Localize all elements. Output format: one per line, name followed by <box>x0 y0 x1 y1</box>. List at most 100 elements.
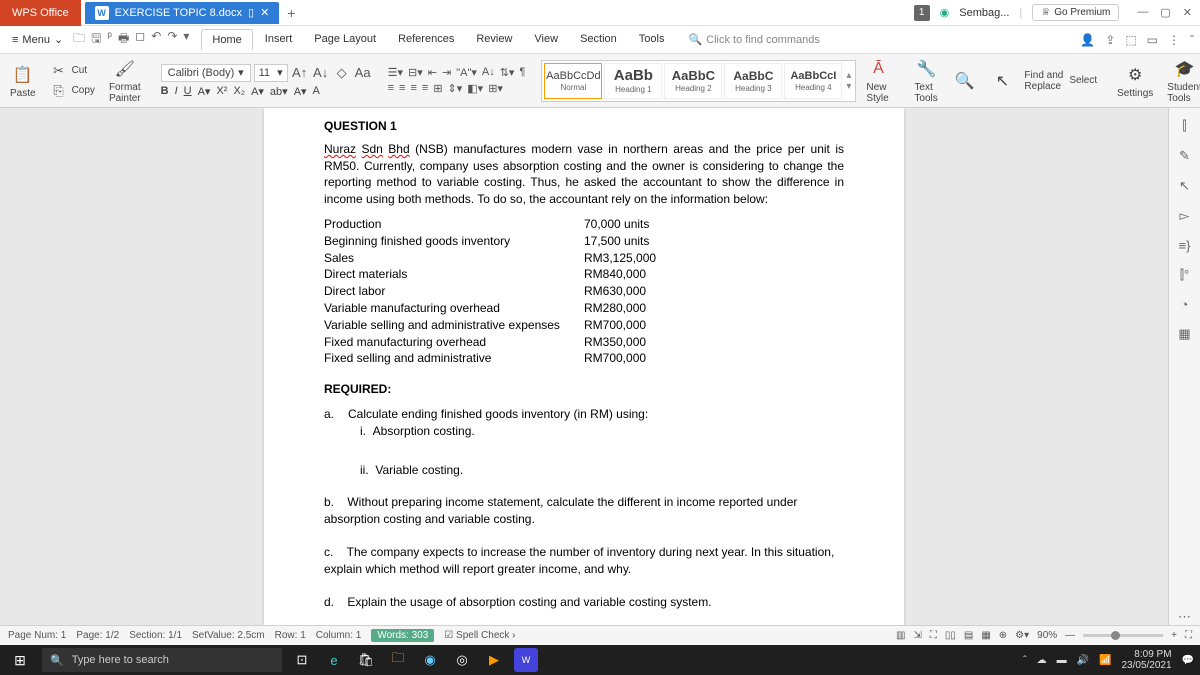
highlight-button[interactable]: ab▾ <box>270 85 288 98</box>
rail-props-icon[interactable]: ▦ <box>1178 326 1190 342</box>
grow-font-icon[interactable]: A↑ <box>291 64 309 82</box>
rail-more-icon[interactable]: ⋯ <box>1178 609 1191 625</box>
fit-page-icon[interactable]: ⛶ <box>1185 630 1192 641</box>
style-scroll-down[interactable]: ▾ <box>846 81 851 92</box>
notifications-icon[interactable]: 💬 <box>1182 655 1194 666</box>
rail-toc-icon[interactable]: ⫿ <box>1182 118 1186 134</box>
tab-home[interactable]: Home <box>201 29 252 50</box>
go-premium-button[interactable]: ♕ Go Premium <box>1032 4 1119 21</box>
tray-chevron-icon[interactable]: ˆ <box>1023 655 1026 666</box>
task-view-icon[interactable]: ⊡ <box>290 648 314 672</box>
print-preview-icon[interactable]: ᵖ <box>107 29 112 50</box>
decrease-indent-button[interactable]: ⇤ <box>428 66 437 79</box>
format-painter-button[interactable]: 🖌 Format Painter <box>105 57 145 104</box>
restore-button[interactable]: ▢ <box>1160 6 1170 19</box>
store-icon[interactable]: 🛍 <box>354 648 378 672</box>
view-outline-icon[interactable]: ▥ <box>896 630 905 641</box>
command-search[interactable]: 🔍 Click to find commands <box>688 33 819 46</box>
collapse-ribbon-icon[interactable]: ˆ <box>1190 33 1194 47</box>
open-icon[interactable]: 🗀 <box>73 29 85 50</box>
rail-pageset-icon[interactable]: ⫿° <box>1180 267 1189 283</box>
view-reading-icon[interactable]: ▯▯ <box>945 630 956 641</box>
font-name-select[interactable]: Calibri (Body)▾ <box>161 64 251 82</box>
character-border-button[interactable]: A <box>313 85 320 97</box>
copy-button[interactable]: ⎘ Copy <box>46 82 99 100</box>
font-color-button[interactable]: A▾ <box>198 85 211 98</box>
style-normal[interactable]: AaBbCcDdNormal <box>544 63 602 99</box>
status-column[interactable]: Column: 1 <box>316 630 362 641</box>
font-size-select[interactable]: 11▾ <box>254 64 288 82</box>
close-tab-icon[interactable]: ✕ <box>260 6 269 19</box>
text-tools-button[interactable]: 🔧 Text Tools <box>910 57 942 104</box>
qat-more-icon[interactable]: ▾ <box>183 29 189 50</box>
superscript-button[interactable]: X² <box>216 85 227 97</box>
tab-comment-icon[interactable]: ▯ <box>248 6 254 19</box>
document-page[interactable]: QUESTION 1 Nuraz Sdn Bhd (NSB) manufactu… <box>264 108 904 625</box>
tab-insert[interactable]: Insert <box>255 29 303 50</box>
view-fullscreen-icon[interactable]: ⛶ <box>930 630 937 641</box>
text-effect-button[interactable]: A▾ <box>251 85 264 98</box>
tray-cloud-icon[interactable]: ☁ <box>1037 655 1047 666</box>
tab-review[interactable]: Review <box>466 29 522 50</box>
shading-button[interactable]: ◧▾ <box>467 82 483 95</box>
save-icon[interactable]: 🖫 <box>91 29 101 50</box>
align-center-button[interactable]: ≡ <box>399 82 405 95</box>
style-scroll-up[interactable]: ▴ <box>846 70 851 81</box>
justify-button[interactable]: ≡ <box>422 82 428 95</box>
rail-pen-icon[interactable]: ✎ <box>1179 148 1190 164</box>
numbering-button[interactable]: ⊟▾ <box>408 66 423 79</box>
tray-volume-icon[interactable]: 🔊 <box>1077 655 1089 666</box>
cut-button[interactable]: ✂ Cut <box>46 62 99 80</box>
view-page-icon[interactable]: ▤ <box>964 630 973 641</box>
status-page[interactable]: Page: 1/2 <box>76 630 119 641</box>
app2-icon[interactable]: ▶ <box>482 648 506 672</box>
document-tab[interactable]: W EXERCISE TOPIC 8.docx ▯ ✕ <box>85 2 280 24</box>
status-pagenum[interactable]: Page Num: 1 <box>8 630 66 641</box>
edge-icon[interactable]: e <box>322 648 346 672</box>
menu-button[interactable]: ≡ Menu ⌄ <box>6 31 69 48</box>
tab-references[interactable]: References <box>388 29 464 50</box>
increase-indent-button[interactable]: ⇥ <box>442 66 451 79</box>
skin-icon[interactable]: ⬚ <box>1125 33 1136 47</box>
taskbar-clock[interactable]: 8:09 PM 23/05/2021 <box>1121 649 1171 671</box>
borders-button[interactable]: ⊞▾ <box>488 82 503 95</box>
add-tab-button[interactable]: + <box>279 2 303 24</box>
zoom-slider[interactable] <box>1083 634 1163 637</box>
chrome-icon[interactable]: ◎ <box>450 648 474 672</box>
view-web-icon[interactable]: ▦ <box>981 630 990 641</box>
style-heading2[interactable]: AaBbCHeading 2 <box>664 63 722 99</box>
document-scroll[interactable]: QUESTION 1 Nuraz Sdn Bhd (NSB) manufactu… <box>0 108 1168 625</box>
close-window-button[interactable]: ✕ <box>1183 6 1192 19</box>
italic-button[interactable]: I <box>175 85 178 97</box>
zoom-out-button[interactable]: — <box>1065 630 1075 641</box>
new-style-button[interactable]: Ᾱ New Style <box>862 57 894 104</box>
tab-view[interactable]: View <box>524 29 568 50</box>
underline-button[interactable]: U <box>184 85 192 97</box>
tab-section[interactable]: Section <box>570 29 627 50</box>
view-settings-icon[interactable]: ⚙▾ <box>1015 630 1029 641</box>
rail-list-icon[interactable]: ≡} <box>1179 238 1191 253</box>
zoom-in-button[interactable]: + <box>1171 630 1177 641</box>
line-spacing-button[interactable]: ⇅▾ <box>500 66 515 79</box>
more-icon[interactable]: ⋮ <box>1168 33 1180 47</box>
app1-icon[interactable]: ◉ <box>418 648 442 672</box>
rail-select-icon[interactable]: ↖ <box>1179 178 1190 194</box>
status-spellcheck[interactable]: ☑ Spell Check › <box>444 630 515 641</box>
minimize-button[interactable]: — <box>1137 6 1148 19</box>
undo-icon[interactable]: ↶ <box>151 29 161 50</box>
font-color2-button[interactable]: A▾ <box>294 85 307 98</box>
wps-taskbar-icon[interactable]: W <box>514 648 538 672</box>
change-case-icon[interactable]: Aa <box>354 64 372 82</box>
view-eye-icon[interactable]: ⊕ <box>999 630 1007 641</box>
share-icon[interactable]: ⇪ <box>1105 33 1115 47</box>
bullets-button[interactable]: ☰▾ <box>388 66 403 79</box>
status-row[interactable]: Row: 1 <box>275 630 306 641</box>
status-setvalue[interactable]: SetValue: 2.5cm <box>192 630 265 641</box>
preview-icon[interactable]: ◻ <box>135 29 145 50</box>
rail-clock-icon[interactable]: ◔ <box>1181 297 1189 312</box>
align-right-button[interactable]: ≡ <box>410 82 416 95</box>
style-heading3[interactable]: AaBbCHeading 3 <box>724 63 782 99</box>
view-docmap-icon[interactable]: ⇲ <box>913 630 921 641</box>
taskbar-search[interactable]: 🔍 Type here to search <box>42 648 282 672</box>
paste-group[interactable]: 📋 Paste <box>6 63 40 99</box>
